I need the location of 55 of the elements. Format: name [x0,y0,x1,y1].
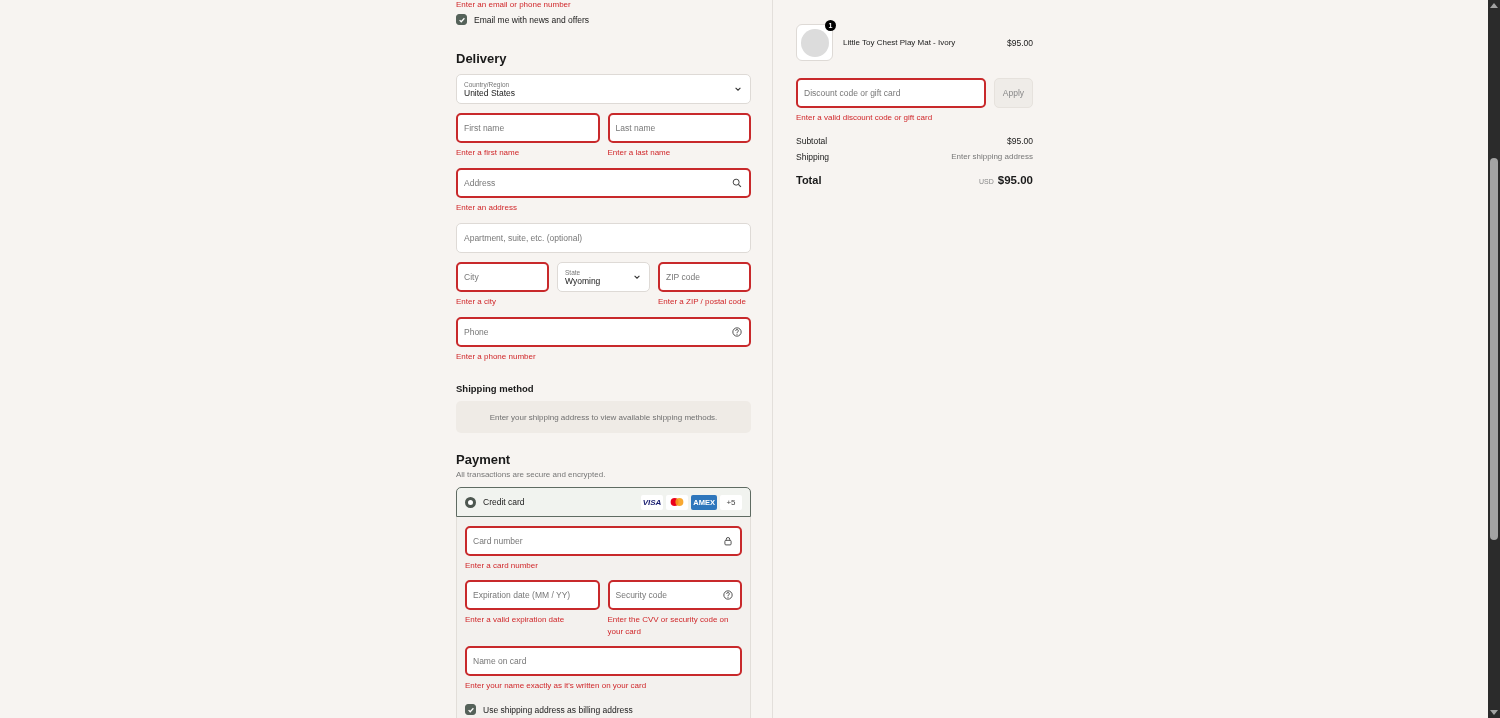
radio-button[interactable] [465,496,476,508]
product-name: Little Toy Chest Play Mat - Ivory [843,38,957,47]
error-message: Enter a city [456,296,497,308]
section-heading: Payment [456,452,512,467]
error-message: Enter a last name [607,147,672,159]
error-message: Enter the CVV or security code on your card [607,614,730,638]
error-message: Enter a ZIP / postal code [658,296,747,308]
checkbox[interactable] [456,14,467,25]
discount-field[interactable]: Discount code or gift card [796,78,986,108]
card-logo: VISA [640,494,664,510]
help-icon [723,590,733,600]
scrollbar[interactable] [1488,0,1500,718]
search-icon [732,178,742,188]
product-price: $95.00 [1007,37,1033,48]
error-message: Enter your name exactly as it's written on your card [465,680,648,692]
payment-option-label: Credit card [483,497,526,507]
error-message: Enter a card number [465,560,539,572]
section-heading: Delivery [456,51,508,66]
description-text: All transactions are secure and encrypted. [456,470,607,479]
input-field[interactable]: ZIP code [658,262,751,292]
total-amount: $95.00 [997,174,1033,186]
summary-label: Shipping [796,152,830,162]
card-logo-icon [666,494,689,510]
error-message: Enter a first name [456,147,521,159]
summary-value: Enter shipping address [951,152,1033,162]
input-field[interactable]: Security code [607,580,742,610]
help-icon [732,327,742,337]
more-cards-badge: +5 [720,494,742,510]
chevron-down-icon [633,273,641,281]
checkbox[interactable] [465,704,476,715]
input-field[interactable]: City [456,262,549,292]
error-message: Enter a valid expiration date [465,614,566,626]
input-field[interactable]: Last name [607,113,751,143]
chevron-down-icon [734,85,742,93]
scroll-down-icon[interactable] [1490,710,1498,715]
error-message: Enter a phone number [456,351,537,363]
lock-icon [723,536,733,546]
error-message: Enter a valid discount code or gift card [796,112,934,124]
scrollbar-thumb[interactable] [1490,158,1498,540]
error-message: Enter an email or phone number [456,0,572,10]
scroll-up-icon[interactable] [1490,3,1498,8]
input-field[interactable]: Name on card [465,646,742,676]
error-message: Enter an address [456,202,518,214]
input-field[interactable]: Address [456,168,751,198]
section-heading: Shipping method [456,383,535,394]
input-field[interactable]: Expiration date (MM / YY) [465,580,600,610]
summary-label: Subtotal [796,136,828,146]
input-field[interactable]: First name [456,113,600,143]
total-label: Total [796,174,822,186]
info-box: Enter your shipping address to view available shipping methods. [456,401,751,433]
input-field[interactable]: Card number [465,526,742,556]
input-field[interactable]: Phone [456,317,751,347]
summary-value: $95.00 [1007,136,1033,146]
checkbox-label: Email me with news and offers [474,14,590,25]
checkbox-label: Use shipping address as billing address [483,704,633,715]
